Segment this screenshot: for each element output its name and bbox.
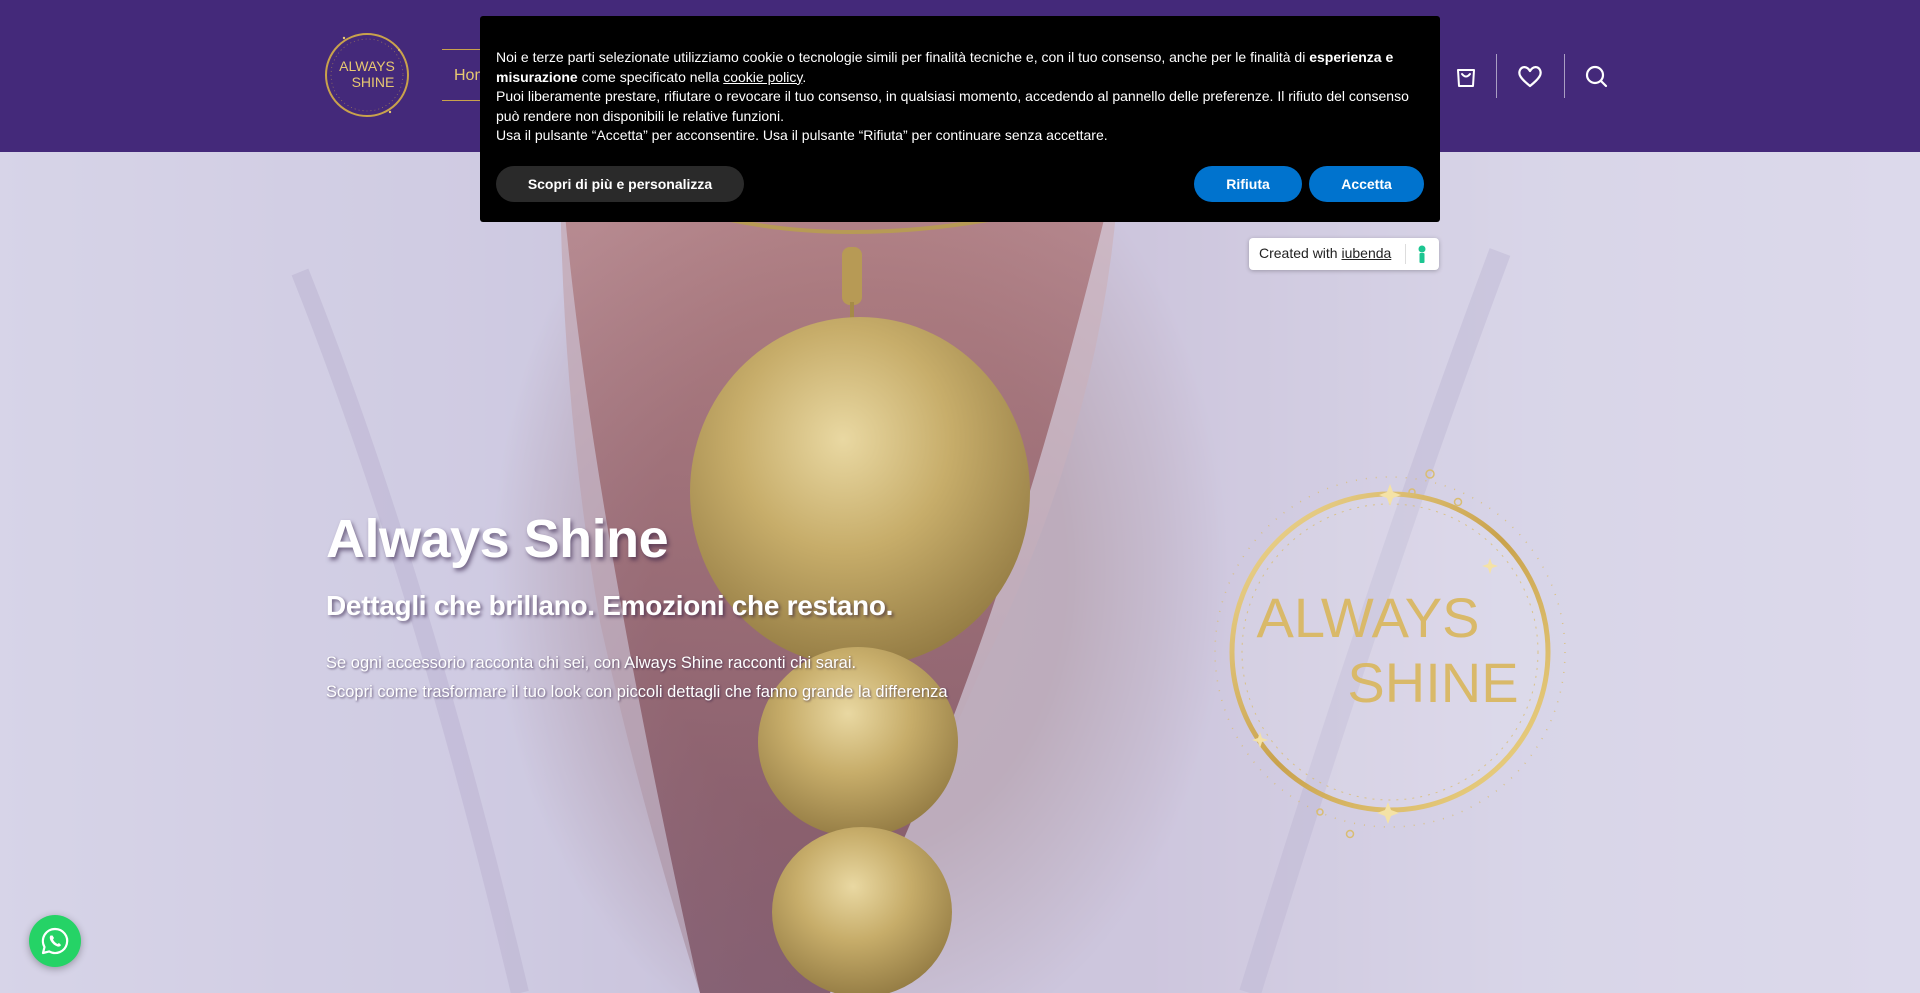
iubenda-badge-text: Created with iubenda bbox=[1259, 245, 1391, 261]
search-icon[interactable] bbox=[1582, 62, 1610, 90]
accept-button[interactable]: Accetta bbox=[1309, 166, 1424, 202]
hero-subtitle: Dettagli che brillano. Emozioni che rest… bbox=[326, 590, 894, 621]
cookie-text: Puoi liberamente prestare, rifiutare o r… bbox=[496, 88, 1409, 124]
cookie-banner: Noi e terze parti selezionate utilizziam… bbox=[480, 16, 1440, 222]
cookie-text: Noi e terze parti selezionate utilizziam… bbox=[496, 48, 1424, 87]
cookie-text-part: come specificato nella bbox=[577, 68, 724, 85]
logo-text-bottom: SHINE bbox=[352, 74, 395, 90]
logo-text-top: ALWAYS bbox=[339, 58, 395, 74]
header-divider bbox=[1564, 54, 1565, 98]
hero-brand-logo: ALWAYS SHINE bbox=[1214, 469, 1566, 839]
header-divider bbox=[1496, 54, 1497, 98]
site-logo[interactable]: ALWAYS SHINE bbox=[324, 20, 410, 130]
reject-button[interactable]: Rifiuta bbox=[1194, 166, 1302, 202]
cookie-policy-link[interactable]: cookie policy bbox=[723, 69, 802, 85]
hero-description-line: Scopri come trasformare il tuo look con … bbox=[326, 683, 948, 701]
iubenda-logo-icon bbox=[1418, 245, 1426, 263]
cookie-text-part: . bbox=[802, 68, 807, 85]
cookie-text-part: Noi e terze parti selezionate utilizziam… bbox=[496, 49, 1310, 65]
whatsapp-icon bbox=[41, 927, 69, 955]
cookie-text: Usa il pulsante “Accetta” per acconsenti… bbox=[496, 127, 1108, 143]
hero-description-line: Se ogni accessorio racconta chi sei, con… bbox=[326, 654, 857, 672]
hero-logo-text-bottom: SHINE bbox=[1347, 651, 1518, 714]
iubenda-link[interactable]: iubenda bbox=[1341, 245, 1391, 261]
iubenda-badge[interactable]: Created with iubenda bbox=[1249, 238, 1439, 270]
iubenda-badge-prefix: Created with bbox=[1259, 245, 1342, 261]
hero-logo-text-top: ALWAYS bbox=[1256, 586, 1479, 649]
hero-title: Always Shine bbox=[326, 509, 669, 569]
hero-description: Se ogni accessorio racconta chi sei, con… bbox=[326, 649, 948, 707]
customize-button[interactable]: Scopri di più e personalizza bbox=[496, 166, 744, 202]
badge-divider bbox=[1405, 244, 1406, 264]
hero-background-image bbox=[0, 152, 1920, 993]
hero-section: Always Shine Dettagli che brillano. Emoz… bbox=[0, 152, 1920, 993]
whatsapp-button[interactable] bbox=[29, 915, 81, 967]
cart-icon[interactable] bbox=[1452, 62, 1480, 90]
heart-icon[interactable] bbox=[1516, 62, 1544, 90]
